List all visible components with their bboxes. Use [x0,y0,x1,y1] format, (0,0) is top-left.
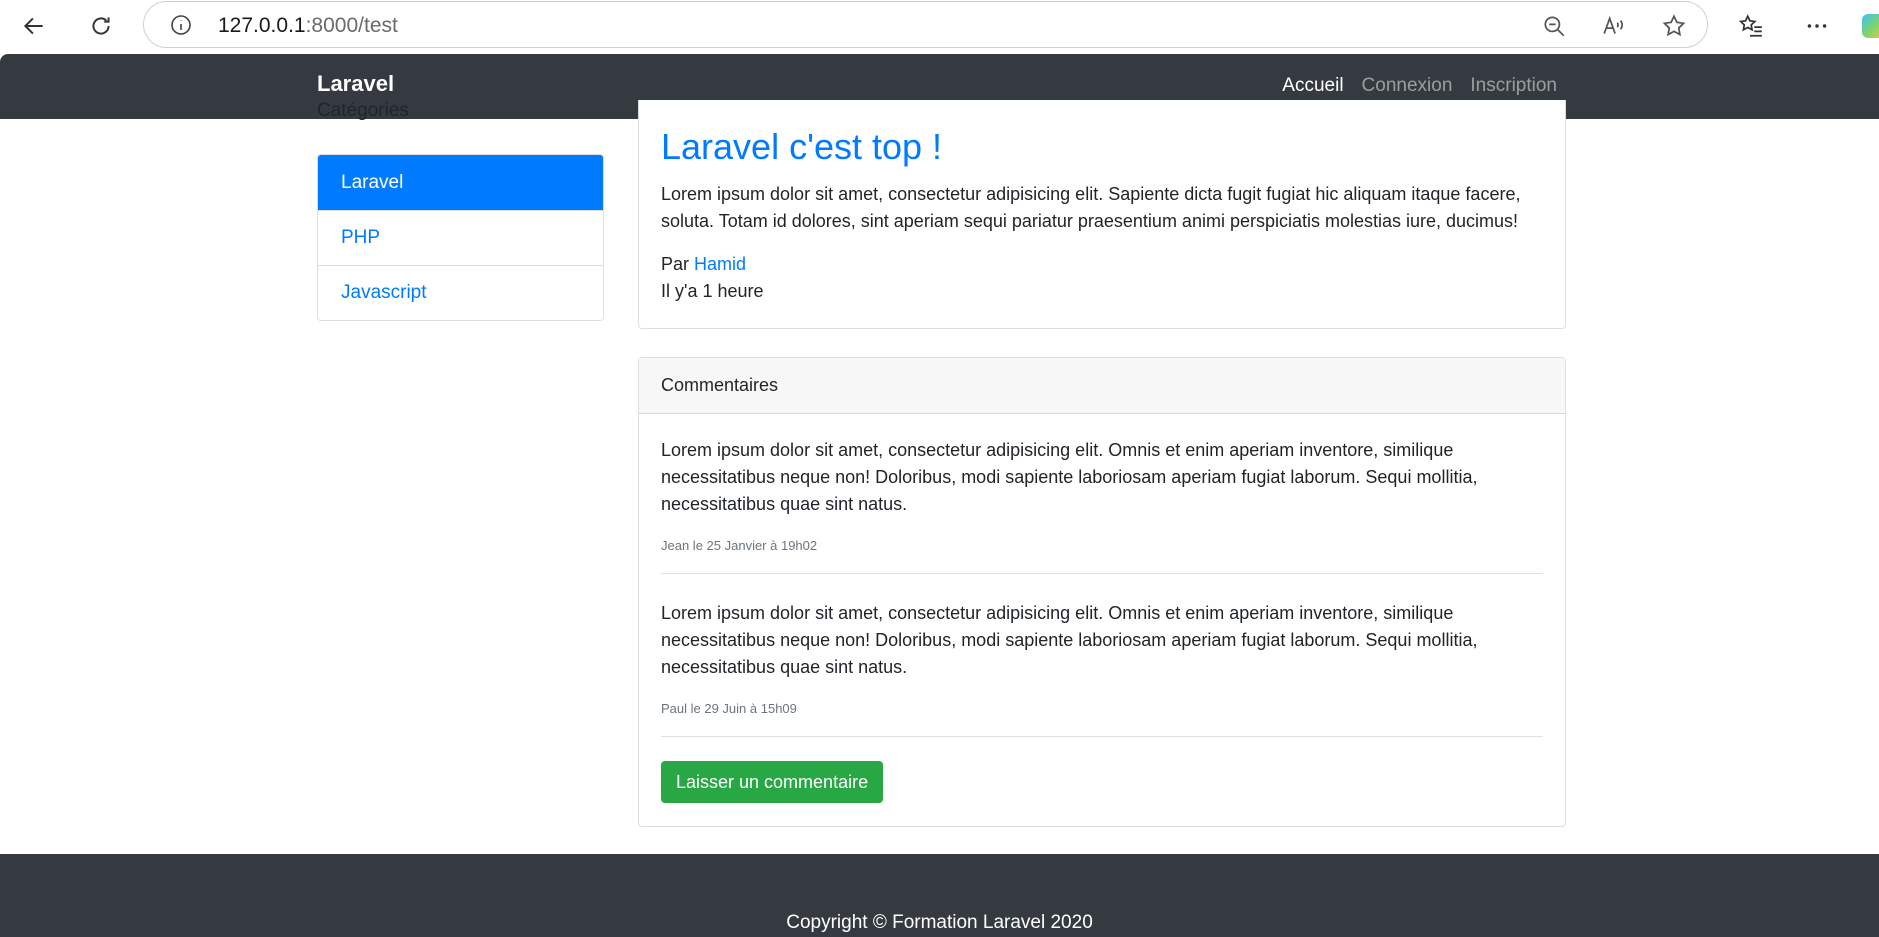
favorites-icon[interactable] [1733,8,1769,44]
comments-card: Commentaires Lorem ipsum dolor sit amet,… [638,357,1566,827]
zoom-out-icon[interactable] [1540,12,1568,40]
nav-link-accueil[interactable]: Accueil [1282,75,1343,97]
post-title: Laravel c'est top ! [661,126,943,167]
read-aloud-icon[interactable] [1600,12,1628,40]
author-prefix: Par [661,254,690,274]
address-bar[interactable]: 127.0.0.1:8000/test [143,1,1708,48]
copyright-text: Copyright © Formation Laravel 2020 [786,912,1093,933]
refresh-icon[interactable] [83,8,119,44]
profile-avatar-icon[interactable] [1862,14,1879,38]
comment-meta: Jean le 25 Janvier à 19h02 [661,538,818,553]
comment-item: Lorem ipsum dolor sit amet, consectetur … [661,600,1543,737]
category-list: Laravel PHP Javascript [317,154,604,321]
leave-comment-button[interactable]: Laisser un commentaire [661,761,884,803]
post-time: Il y'a 1 heure [661,281,764,301]
url-text[interactable]: 127.0.0.1:8000/test [218,14,398,38]
post-body: Lorem ipsum dolor sit amet, consectetur … [661,184,1521,231]
comments-header: Commentaires [639,358,1565,414]
comment-item: Lorem ipsum dolor sit amet, consectetur … [661,437,1543,574]
post-author: Par Hamid [661,254,746,275]
sidebar-title: Catégories [317,100,409,120]
category-item-javascript[interactable]: Javascript [318,265,603,320]
site-footer: Copyright © Formation Laravel 2020 [0,854,1879,937]
post-card: Laravel c'est top ! Lorem ipsum dolor si… [638,100,1566,329]
navbar-brand[interactable]: Laravel [317,71,394,97]
category-item-laravel[interactable]: Laravel [318,155,603,210]
comment-text: Lorem ipsum dolor sit amet, consectetur … [661,603,1478,677]
nav-links: Accueil Connexion Inscription [1282,75,1557,97]
comment-meta: Paul le 29 Juin à 15h09 [661,701,797,716]
browser-toolbar: 127.0.0.1:8000/test [0,0,1879,54]
info-icon[interactable] [168,12,194,38]
back-icon[interactable] [16,8,52,44]
favorite-star-icon[interactable] [1660,12,1688,40]
nav-link-connexion[interactable]: Connexion [1362,75,1453,97]
author-link[interactable]: Hamid [694,254,746,274]
comment-text: Lorem ipsum dolor sit amet, consectetur … [661,440,1478,514]
nav-link-inscription[interactable]: Inscription [1470,75,1557,97]
category-item-php[interactable]: PHP [318,210,603,265]
more-menu-icon[interactable] [1799,8,1835,44]
